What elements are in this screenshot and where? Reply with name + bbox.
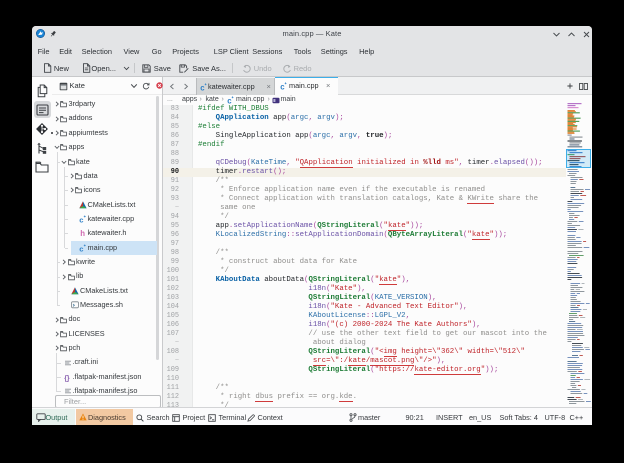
svg-text:c: c — [200, 83, 205, 91]
svg-text:c: c — [280, 82, 285, 90]
svg-text:c: c — [79, 244, 83, 252]
svg-text:h: h — [80, 229, 85, 237]
svg-text:c: c — [79, 215, 83, 223]
svg-text:{}: {} — [64, 375, 70, 382]
